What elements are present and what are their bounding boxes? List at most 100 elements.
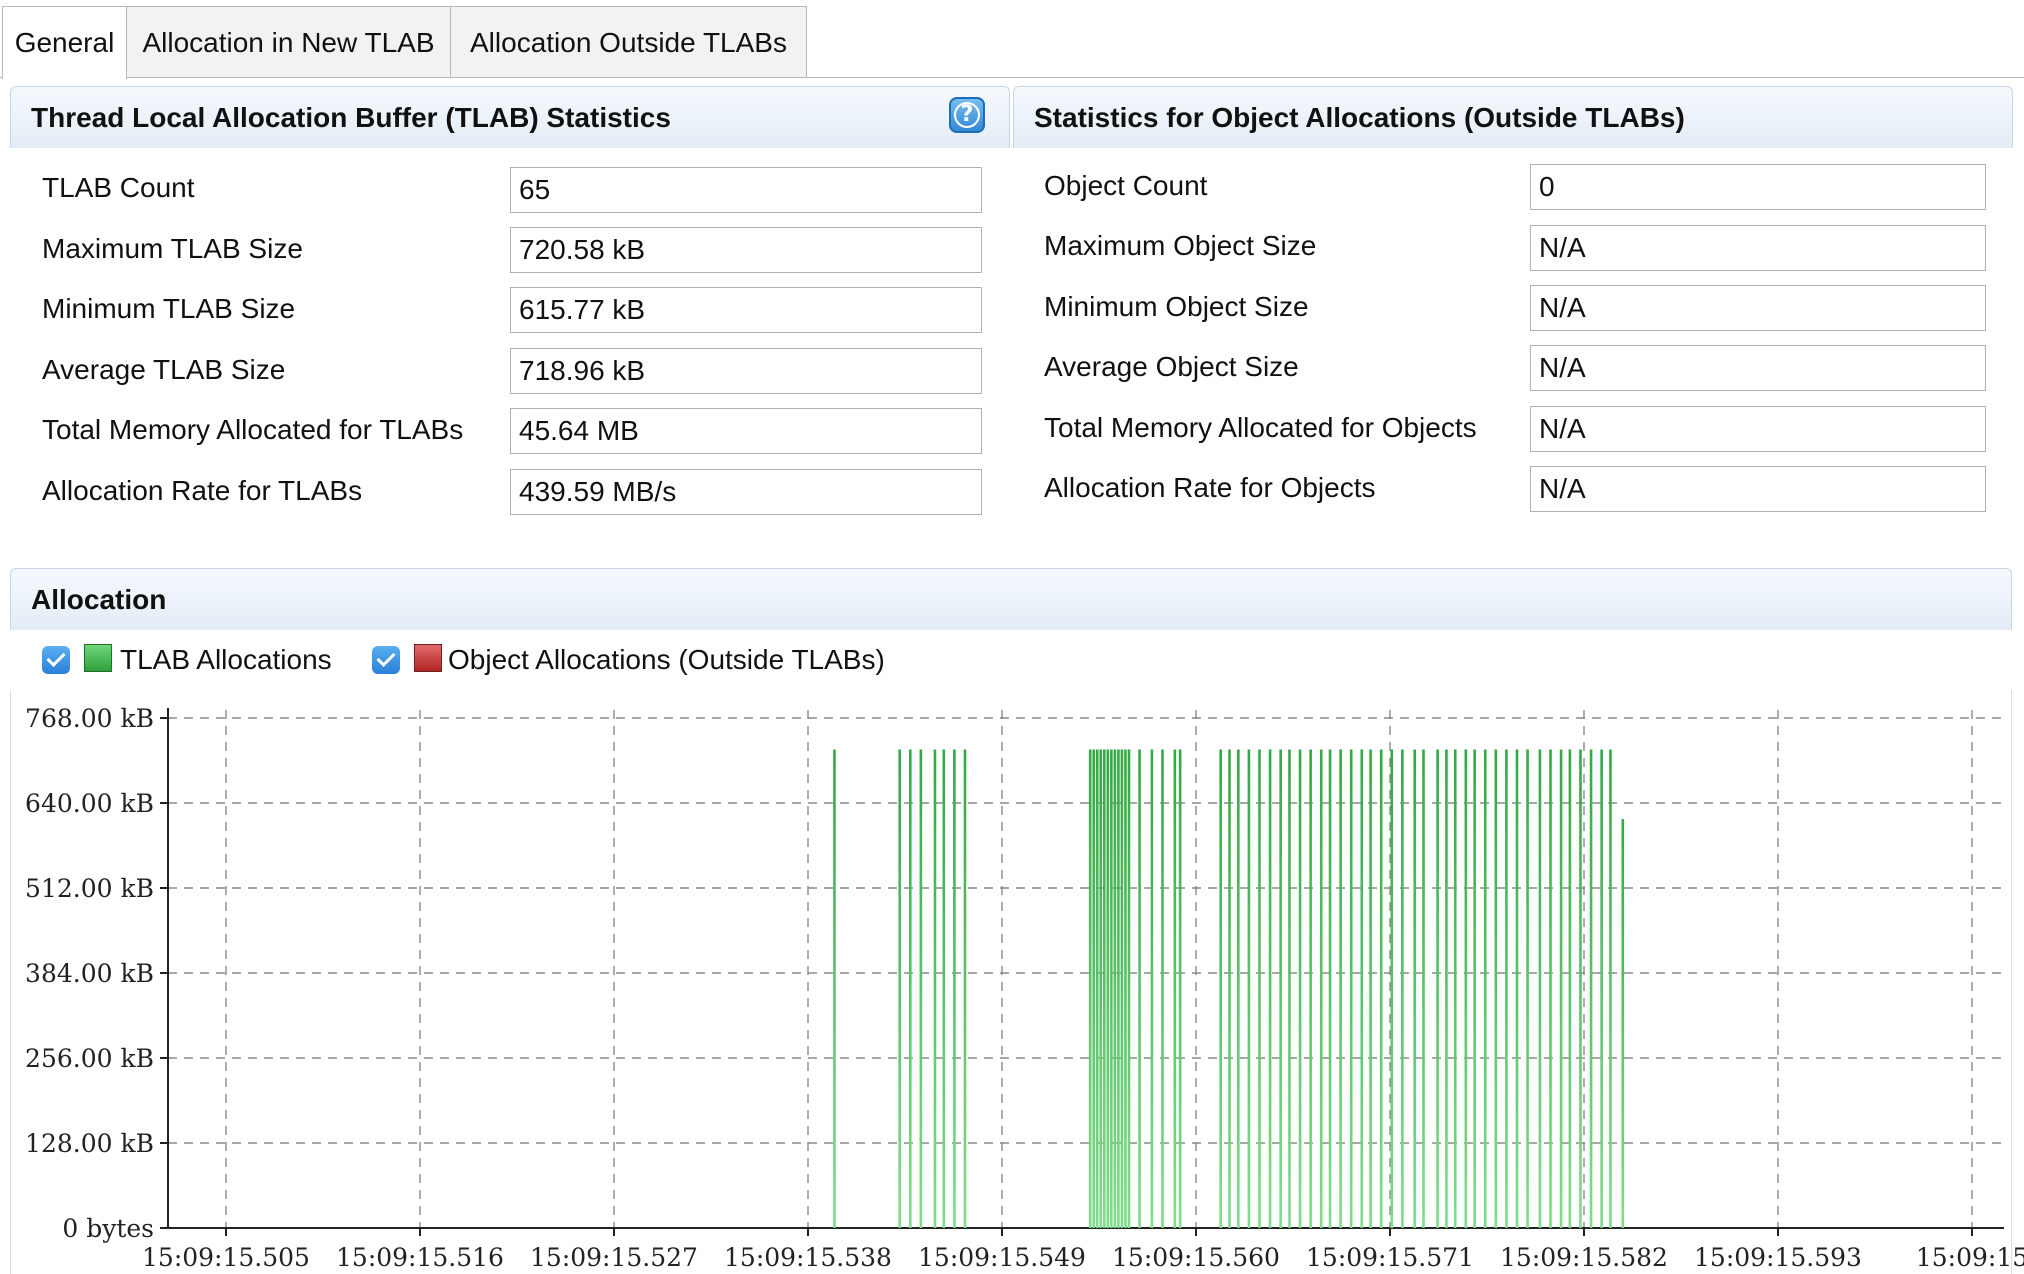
max-object-size-label: Maximum Object Size	[1044, 230, 1317, 261]
allocation-rate-tlabs-field: 439.59 MB/s	[510, 469, 982, 515]
tlab-allocation-bar	[1117, 749, 1120, 1228]
tlab-allocation-bar	[1609, 749, 1612, 1228]
tlab-allocation-bar	[1127, 749, 1131, 1228]
tlab-allocation-bar	[1178, 749, 1182, 1228]
tlab-allocation-bar	[1568, 749, 1572, 1228]
y-tick-label: 768.00 kB	[25, 704, 154, 733]
tlab-allocation-bar	[1237, 749, 1240, 1228]
tlab-allocation-bar	[942, 749, 946, 1228]
tlab-allocation-bar	[1228, 749, 1231, 1228]
tlab-allocation-bar	[953, 749, 956, 1228]
object-count-label: Object Count	[1044, 170, 1208, 201]
x-tick-label: 15:09:15.549	[918, 1243, 1086, 1272]
allocation-rate-tlabs-label: Allocation Rate for TLABs	[42, 475, 363, 506]
avg-tlab-size-field: 718.96 kB	[510, 348, 982, 394]
tlab-allocation-bar	[1288, 749, 1291, 1228]
tlab-allocation-bar	[833, 749, 836, 1228]
help-icon[interactable]: ?	[949, 97, 985, 133]
tlab-allocation-bar	[1120, 749, 1124, 1228]
tlab-allocation-bar	[933, 749, 937, 1228]
tlab-allocation-bar	[1339, 749, 1342, 1228]
tab-allocation-in-new-tlab[interactable]: Allocation in New TLAB	[126, 6, 451, 78]
tlab-allocation-bar	[1401, 749, 1404, 1228]
object-allocations-checkbox[interactable]	[372, 646, 400, 674]
tlab-allocation-bar	[1621, 819, 1625, 1228]
tlab-allocation-bar	[919, 749, 923, 1228]
x-tick-label: 15:09:15.560	[1112, 1243, 1280, 1272]
x-tick-label: 15:09:15.505	[142, 1243, 310, 1272]
tlab-allocation-bar	[1369, 749, 1372, 1228]
total-memory-objects-label: Total Memory Allocated for Objects	[1044, 412, 1477, 443]
max-tlab-size-field: 720.58 kB	[510, 227, 982, 273]
object-stats-header: Statistics for Object Allocations (Outsi…	[1013, 86, 2013, 148]
tlab-allocations-swatch	[84, 644, 112, 672]
tlab-allocation-bar	[1113, 749, 1117, 1228]
tlab-allocation-bar	[898, 749, 902, 1228]
tab-bar: General Allocation in New TLAB Allocatio…	[0, 0, 2024, 79]
tlab-allocation-bar	[1589, 749, 1593, 1228]
object-count-field: 0	[1530, 164, 1986, 210]
y-tick-label: 0 bytes	[62, 1214, 154, 1243]
min-tlab-size-field: 615.77 kB	[510, 287, 982, 333]
y-tick-label: 640.00 kB	[25, 789, 154, 818]
tlab-allocation-bar	[1124, 749, 1127, 1228]
tlab-allocation-bar	[1559, 749, 1563, 1228]
tab-allocation-outside-tlabs[interactable]: Allocation Outside TLABs	[450, 6, 807, 78]
tlab-allocation-bar	[1095, 749, 1099, 1228]
tlab-stats-header: Thread Local Allocation Buffer (TLAB) St…	[10, 86, 1010, 148]
x-tick-label: 15:09:15.516	[336, 1243, 504, 1272]
x-tick-label: 15:09:15.527	[530, 1243, 698, 1272]
tlab-allocation-bar	[1319, 749, 1323, 1228]
tlab-allocation-bar	[1526, 749, 1529, 1228]
tlab-allocation-bar	[1247, 749, 1251, 1228]
legend-object-allocations[interactable]: Object Allocations (Outside TLABs)	[372, 640, 932, 680]
tlab-allocation-bar	[1600, 749, 1603, 1228]
tlab-allocation-bar	[1279, 749, 1282, 1228]
tlab-allocation-bar	[1268, 749, 1272, 1228]
tlab-allocation-bar	[1436, 749, 1439, 1228]
tlab-allocations-checkbox[interactable]	[42, 646, 70, 674]
x-tick-label: 15:09:15.571	[1306, 1243, 1474, 1272]
tlab-allocation-bar	[1102, 749, 1106, 1228]
tlab-count-label: TLAB Count	[42, 172, 195, 203]
object-allocations-swatch	[414, 644, 442, 672]
allocation-header: Allocation	[10, 568, 2012, 630]
tlab-allocation-bar	[1379, 749, 1383, 1228]
tlab-allocation-bar	[1473, 749, 1476, 1228]
tlab-allocation-bar	[1360, 749, 1364, 1228]
y-tick-label: 256.00 kB	[25, 1044, 154, 1073]
tlab-allocations-label: TLAB Allocations	[120, 644, 332, 675]
x-tick-label: 15:09:15.582	[1500, 1243, 1668, 1272]
tlab-allocation-bar	[1390, 749, 1394, 1228]
min-object-size-field: N/A	[1530, 285, 1986, 331]
avg-tlab-size-label: Average TLAB Size	[42, 354, 286, 385]
allocation-rate-objects-label: Allocation Rate for Objects	[1044, 472, 1376, 503]
object-allocations-label: Object Allocations (Outside TLABs)	[448, 644, 885, 675]
tlab-allocation-bar	[1173, 749, 1177, 1228]
tlab-allocation-bar	[1150, 749, 1154, 1228]
legend-tlab-allocations[interactable]: TLAB Allocations	[42, 640, 352, 680]
y-tick-label: 128.00 kB	[25, 1129, 154, 1158]
tlab-allocation-bar	[1219, 749, 1222, 1228]
tlab-allocation-bar	[1106, 749, 1110, 1228]
total-memory-objects-field: N/A	[1530, 406, 1986, 452]
tab-general[interactable]: General	[2, 6, 127, 79]
tlab-allocation-bar	[1422, 749, 1425, 1228]
tlab-allocation-bar	[1138, 749, 1141, 1228]
tlab-allocation-bar	[1483, 749, 1487, 1228]
tlab-allocation-bar	[1515, 749, 1519, 1228]
tlab-allocation-bar	[1099, 749, 1103, 1228]
x-tick-label: 15:09:15.593	[1694, 1243, 1862, 1272]
tlab-allocation-bar	[1453, 749, 1457, 1228]
tlab-allocation-bar	[1161, 749, 1164, 1228]
allocation-title: Allocation	[31, 584, 167, 615]
tlab-allocation-bar	[1328, 749, 1332, 1228]
tlab-allocation-bar	[1088, 749, 1092, 1228]
tlab-allocation-bar	[1549, 749, 1552, 1228]
tlab-allocation-bar	[1505, 749, 1508, 1228]
tlab-allocation-bar	[963, 749, 967, 1228]
x-tick-label: 15:09:15	[1916, 1243, 2024, 1272]
tlab-allocation-bar	[1309, 749, 1312, 1228]
tlab-allocation-bar	[1494, 749, 1498, 1228]
tlab-stats-title: Thread Local Allocation Buffer (TLAB) St…	[31, 102, 671, 133]
